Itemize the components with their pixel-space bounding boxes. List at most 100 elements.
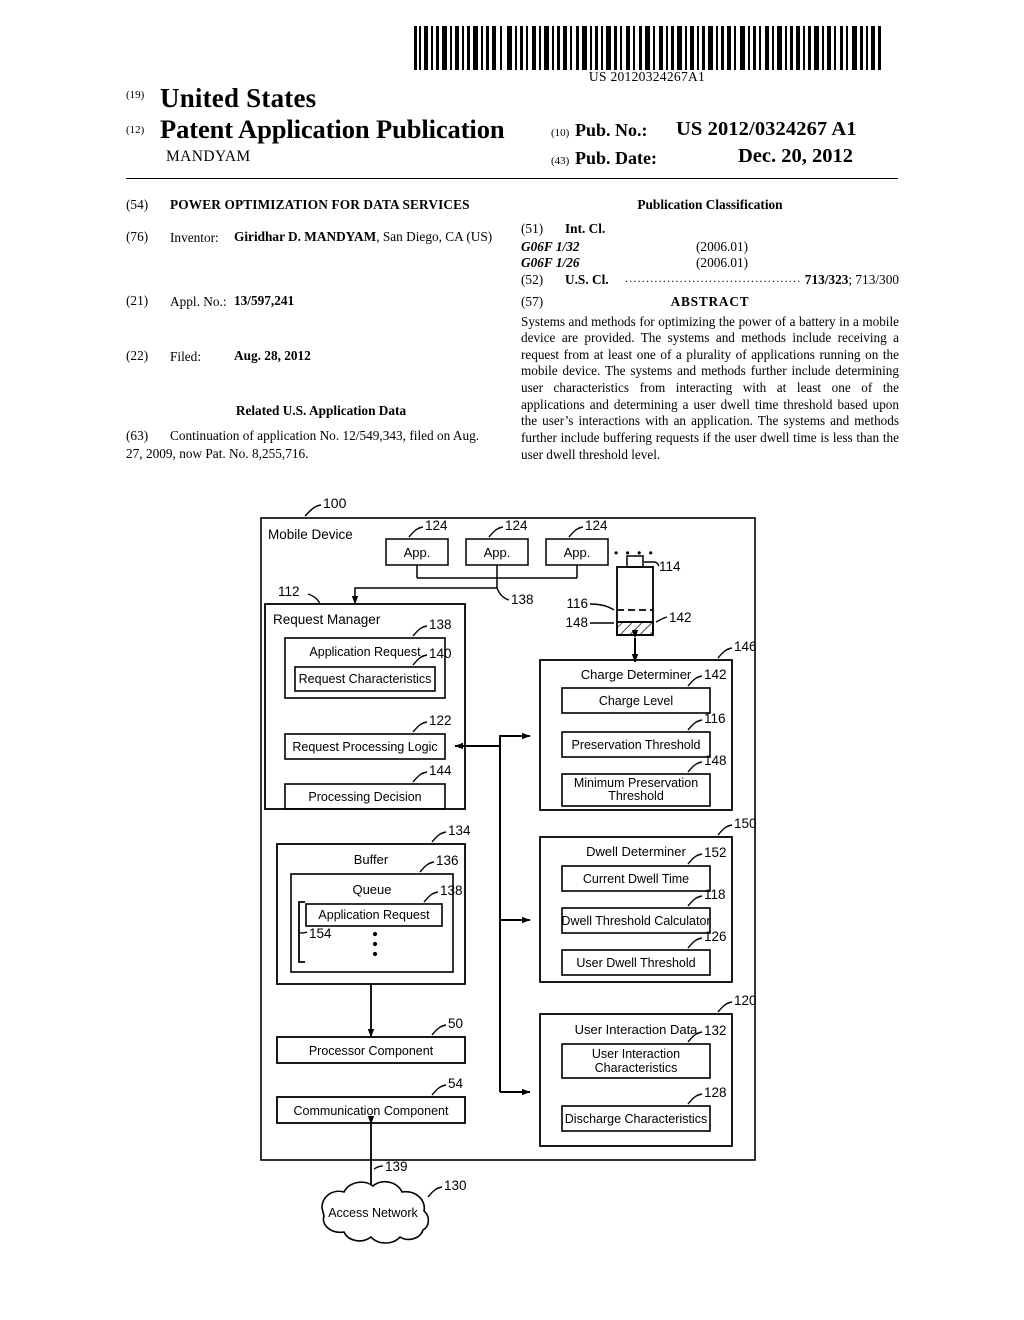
battery-charge-fill — [616, 621, 654, 636]
field-intcl-num: (51) — [521, 221, 544, 237]
leader-50 — [431, 1024, 447, 1036]
leader-126 — [687, 937, 703, 949]
applicant-surname: MANDYAM — [166, 148, 251, 165]
leader-139 — [373, 1165, 384, 1170]
leader-124-2 — [488, 526, 504, 538]
queue-bracket — [298, 901, 305, 963]
ref-130: 130 — [444, 1178, 467, 1193]
kind-code-43: (43) — [551, 155, 570, 167]
int-cl-code: G06F 1/26 — [521, 254, 580, 270]
ref-148-mpt: 148 — [704, 753, 727, 768]
publication-classification-heading: Publication Classification — [637, 197, 783, 212]
leader-138-bus — [496, 587, 510, 601]
communication-component-label: Communication Component — [294, 1104, 449, 1118]
field-title-num: (54) — [126, 197, 149, 212]
ref-139: 139 — [385, 1159, 408, 1174]
leader-124-1 — [408, 526, 424, 538]
request-manager-box — [264, 603, 466, 810]
ref-54: 54 — [448, 1076, 464, 1091]
int-cl-version: (2006.01) — [696, 254, 749, 270]
ref-152: 152 — [704, 845, 727, 860]
bus-to-charge-determiner-arrow — [499, 732, 531, 746]
app-stub-lines — [416, 565, 578, 578]
abstract-text: Systems and methods for optimizing the p… — [521, 313, 899, 462]
bibliographic-left-column: (54) POWER OPTIMIZATION FOR DATA SERVICE… — [126, 196, 498, 464]
leader-138-queue — [423, 891, 439, 903]
pub-date-label: Pub. Date: — [575, 148, 657, 168]
ref-116-battery: 116 — [566, 596, 588, 611]
dwell-determiner-label: Dwell Determiner — [586, 844, 686, 859]
ref-146: 146 — [734, 639, 757, 654]
us-cl-label: U.S. Cl. — [565, 271, 609, 287]
leader-122 — [412, 721, 428, 733]
ref-140: 140 — [429, 646, 452, 661]
leader-138-ar — [412, 625, 428, 637]
app-label-3: App. — [564, 545, 591, 560]
leader-118 — [687, 895, 703, 907]
processing-decision-label: Processing Decision — [308, 790, 421, 804]
request-processing-logic-label: Request Processing Logic — [292, 740, 437, 754]
leader-144 — [412, 771, 428, 783]
appl-no-value: 13/597,241 — [234, 292, 295, 308]
leader-114 — [644, 561, 660, 567]
invention-title: POWER OPTIMIZATION FOR DATA SERVICES — [170, 197, 470, 212]
kind-code-19: (19) — [126, 89, 145, 101]
minimum-preservation-threshold-label-l2: Threshold — [608, 789, 664, 803]
leader-152 — [687, 853, 703, 865]
document-type-title: Patent Application Publication — [160, 114, 505, 144]
pub-date-value: Dec. 20, 2012 — [738, 145, 854, 167]
inventor-label: Inventor: — [170, 230, 219, 246]
int-cl-version: (2006.01) — [696, 238, 749, 254]
leader-100 — [304, 504, 322, 517]
field-uscl-num: (52) — [521, 271, 544, 287]
ref-142-cl: 142 — [704, 667, 727, 682]
figure-block-diagram: Mobile Device 100 App. 124 App. 124 App.… — [0, 492, 1024, 1262]
inventor-row: Inventor: Giridhar D. MANDYAM, San Diego… — [170, 229, 492, 246]
appl-no-label: Appl. No.: — [170, 293, 227, 309]
preservation-threshold-label: Preservation Threshold — [571, 738, 700, 752]
leader-112 — [307, 593, 321, 605]
barcode — [412, 26, 882, 70]
queue-dot-1 — [372, 931, 378, 937]
ref-148-battery: 148 — [565, 615, 588, 630]
field-filed: (22) Filed: Aug. 28, 2012 — [126, 347, 498, 364]
user-interaction-characteristics-label-l1: User Interaction — [592, 1047, 680, 1061]
related-application-text: Continuation of application No. 12/549,3… — [126, 428, 480, 461]
field-inventor-num: (76) — [126, 229, 149, 245]
ref-100: 100 — [323, 495, 347, 511]
inventor-address: , San Diego, CA (US) — [376, 229, 493, 245]
int-cl-entry: G06F 1/32 (2006.01) — [521, 238, 899, 254]
leader-142-battery — [655, 616, 668, 623]
inventor-name: Giridhar D. MANDYAM — [234, 229, 377, 245]
app-to-request-manager-arrow — [351, 578, 498, 605]
inventor-value: Giridhar D. MANDYAM, San Diego, CA (US) — [234, 229, 492, 244]
ref-138-queue: 138 — [440, 883, 463, 898]
user-dwell-threshold-label: User Dwell Threshold — [576, 956, 695, 970]
country-title: United States — [160, 83, 317, 113]
request-manager-label: Request Manager — [273, 612, 381, 627]
bibliographic-right-column: Publication Classification (51) Int. Cl.… — [521, 196, 899, 463]
field-inventor: (76) Inventor: Giridhar D. MANDYAM, San … — [126, 228, 498, 245]
abstract-label: ABSTRACT — [670, 293, 750, 309]
charge-determiner-label: Charge Determiner — [581, 667, 692, 682]
leader-128 — [687, 1093, 703, 1105]
filed-value: Aug. 28, 2012 — [234, 347, 311, 363]
dwell-threshold-calculator-label: Dwell Threshold Calculator — [561, 914, 710, 928]
ref-114: 114 — [659, 559, 681, 574]
minimum-preservation-threshold-label-l1: Minimum Preservation — [574, 776, 698, 790]
leader-146 — [717, 647, 733, 659]
ref-154: 154 — [309, 926, 332, 941]
ref-124-2: 124 — [505, 518, 528, 533]
filed-label: Filed: — [170, 348, 202, 364]
buffer-label: Buffer — [354, 852, 389, 867]
kind-code-10: (10) — [551, 127, 570, 139]
app-label-1: App. — [404, 545, 431, 560]
queue-dot-3 — [372, 951, 378, 957]
application-request-label: Application Request — [309, 645, 421, 659]
ref-120: 120 — [734, 993, 757, 1008]
charge-level-label: Charge Level — [599, 694, 673, 708]
leader-54 — [431, 1084, 447, 1096]
pub-no-label: Pub. No.: — [575, 120, 648, 140]
us-cl-secondary: ; 713/300 — [848, 271, 899, 287]
ref-150: 150 — [734, 816, 757, 831]
